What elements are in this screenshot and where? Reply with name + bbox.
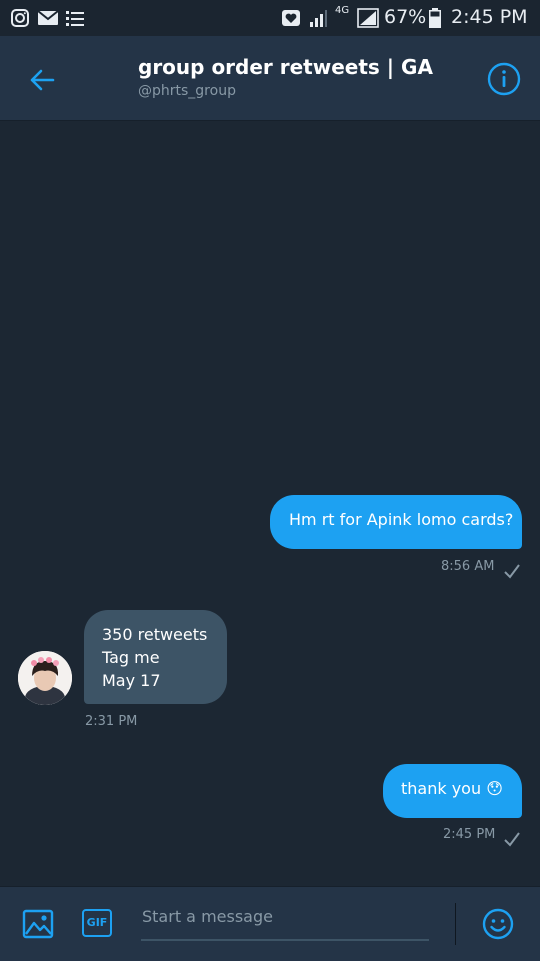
conversation-header: group order retweets | GA @phrts_group xyxy=(0,36,540,121)
image-icon[interactable] xyxy=(22,908,54,940)
message-line: 350 retweets xyxy=(102,625,208,644)
clock: 2:45 PM xyxy=(451,6,528,28)
avatar[interactable] xyxy=(18,651,72,705)
heart-box-icon xyxy=(282,10,300,26)
avatar-image xyxy=(18,651,72,705)
network-type: 4G xyxy=(335,5,350,16)
emoji-icon[interactable] xyxy=(482,908,514,940)
message-timestamp: 2:45 PM xyxy=(443,827,496,842)
info-icon[interactable] xyxy=(487,62,521,96)
back-arrow-icon[interactable] xyxy=(28,66,56,94)
message-timestamp: 2:31 PM xyxy=(85,714,138,729)
message-composer: GIF Start a message xyxy=(0,886,540,961)
instagram-icon xyxy=(11,9,29,27)
signal-box-icon xyxy=(357,8,379,28)
status-bar: 4G 67% 2:45 PM xyxy=(0,0,540,36)
conversation-handle: @phrts_group xyxy=(138,83,236,99)
message-input[interactable]: Start a message xyxy=(141,907,429,941)
message-text: thank you 😯 xyxy=(401,779,503,798)
gif-label: GIF xyxy=(86,916,108,929)
battery-icon xyxy=(429,8,441,28)
message-timestamp: 8:56 AM xyxy=(441,559,495,574)
message-text: Hm rt for Apink lomo cards? xyxy=(289,510,514,529)
read-check-icon xyxy=(504,564,520,579)
signal-icon xyxy=(310,10,327,27)
outgoing-message-bubble[interactable]: thank you 😯 xyxy=(383,764,522,818)
message-line: Tag me xyxy=(102,648,160,667)
incoming-message-bubble[interactable]: 350 retweets Tag me May 17 xyxy=(84,610,227,704)
outgoing-message-bubble[interactable]: Hm rt for Apink lomo cards? xyxy=(270,495,522,549)
composer-divider xyxy=(455,903,456,945)
list-icon xyxy=(66,11,84,26)
read-check-icon xyxy=(504,832,520,847)
gif-icon[interactable]: GIF xyxy=(82,909,112,937)
message-line: May 17 xyxy=(102,671,161,690)
mail-icon xyxy=(37,10,59,25)
message-input-placeholder: Start a message xyxy=(142,907,273,926)
battery-percent: 67% xyxy=(384,6,427,28)
conversation-title: group order retweets | GA xyxy=(138,55,433,79)
